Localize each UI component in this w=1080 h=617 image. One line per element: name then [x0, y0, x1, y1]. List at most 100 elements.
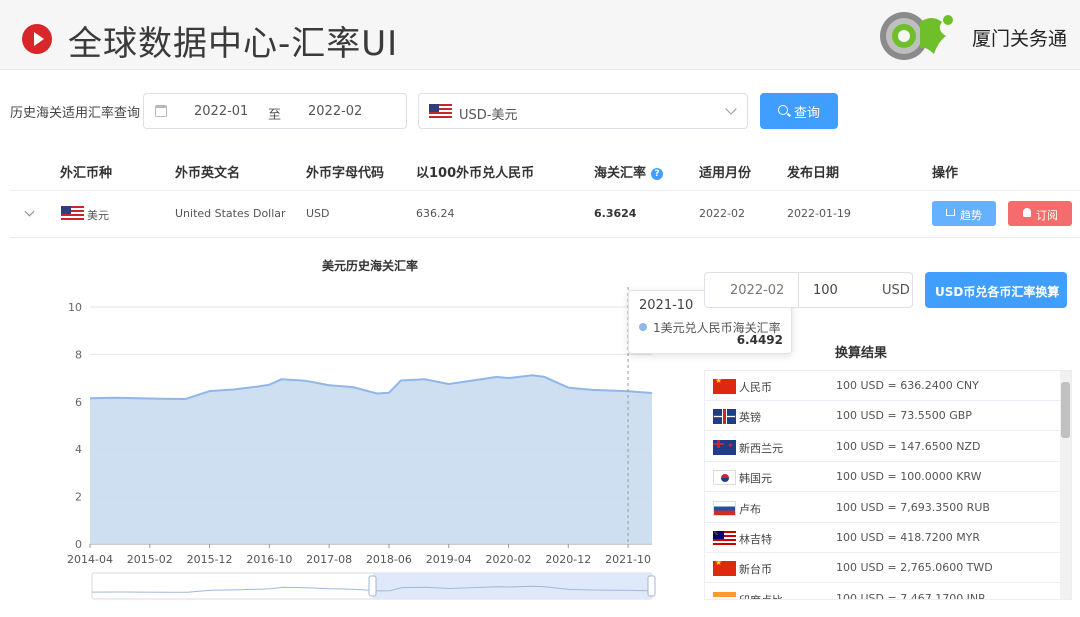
- x-tick-label: 2020-12: [545, 553, 591, 566]
- result-currency-name: 英镑: [739, 411, 761, 425]
- header-rate-label: 海关汇率: [594, 166, 647, 181]
- help-icon[interactable]: ?: [651, 168, 664, 180]
- result-currency-name: 韩国元: [739, 472, 772, 486]
- x-tick-label: 2014-04: [67, 553, 113, 566]
- date-separator: 至: [268, 108, 282, 123]
- converter-divider: [798, 273, 799, 307]
- tooltip-value: 6.4492: [736, 333, 783, 347]
- result-value: 100 USD = 73.5500 GBP: [836, 409, 972, 423]
- play-icon[interactable]: [22, 24, 52, 54]
- cell-rate: 6.3624: [594, 207, 637, 220]
- cn-flag-icon: [713, 561, 736, 577]
- result-value: 100 USD = 100.0000 KRW: [836, 470, 982, 484]
- y-tick-label: 2: [75, 491, 82, 504]
- date-end-input[interactable]: 2022-02: [308, 104, 362, 119]
- nz-flag-icon: [713, 439, 736, 455]
- search-icon: [778, 105, 788, 115]
- scrollbar-thumb[interactable]: [1061, 382, 1070, 438]
- trend-button[interactable]: 趋势: [932, 201, 996, 226]
- result-value: 100 USD = 147.6500 NZD: [836, 439, 981, 453]
- cell-publish-date: 2022-01-19: [787, 207, 851, 220]
- convert-button[interactable]: USD币兑各币汇率换算: [925, 272, 1067, 308]
- result-row: 林吉特 100 USD = 418.7200 MYR: [705, 523, 1061, 553]
- header-per100: 以100外币兑人民币: [416, 166, 535, 181]
- x-tick-label: 2019-04: [426, 553, 472, 566]
- header-actions: 操作: [932, 166, 959, 181]
- brand-name: 厦门关务通: [972, 28, 1068, 50]
- result-currency-name: 新台币: [739, 563, 772, 577]
- cell-per100: 636.24: [416, 207, 455, 220]
- query-button-label: 查询: [794, 106, 821, 121]
- result-currency-name: 印度卢比: [739, 592, 783, 599]
- result-value: 100 USD = 636.2400 CNY: [836, 379, 979, 392]
- rate-history-chart[interactable]: 美元历史海关汇率 0 2 4 6 8 10 2014-04 2015-02 2015-12 2016…: [0, 240, 700, 602]
- header-publish-date: 发布日期: [787, 166, 840, 181]
- result-list[interactable]: 人民币 100 USD = 636.2400 CNY 英镑 100 USD = 73.…: [704, 370, 1072, 600]
- result-value: 100 USD = 2,765.0600 TWD: [836, 561, 993, 575]
- converter-amount-input[interactable]: 100: [813, 283, 838, 298]
- converter-date-input[interactable]: 2022-02: [730, 283, 784, 298]
- y-tick-label: 10: [68, 301, 82, 314]
- chart-title: 美元历史海关汇率: [322, 258, 418, 273]
- x-tick-label: 2015-02: [127, 553, 173, 566]
- converter-unit: USD: [882, 283, 910, 298]
- x-tick-label: 2021-10: [605, 553, 651, 566]
- cell-english-name: United States Dollar: [175, 207, 286, 220]
- currency-select[interactable]: USD-美元: [418, 93, 748, 129]
- zoom-handle-right: [647, 575, 656, 597]
- result-row: 英镑 100 USD = 73.5500 GBP: [705, 401, 1061, 432]
- gb-flag-icon: [713, 409, 736, 425]
- result-title: 换算结果: [835, 346, 888, 361]
- date-range-picker[interactable]: 2022-01 至 2022-02: [143, 93, 407, 129]
- cn-flag-icon: [713, 379, 736, 394]
- date-start-input[interactable]: 2022-01: [194, 104, 248, 119]
- trend-button-label: 趋势: [960, 209, 982, 222]
- zoom-slider-selection: [373, 573, 652, 599]
- result-row: 印度卢比 100 USD = 7,467.1700 INR: [705, 584, 1061, 599]
- query-button[interactable]: 查询: [760, 93, 838, 129]
- page-title: 全球数据中心-汇率UI: [68, 24, 399, 64]
- x-tick-label: 2016-10: [246, 553, 292, 566]
- query-label: 历史海关适用汇率查询: [10, 106, 141, 121]
- header-month: 适用月份: [699, 166, 752, 181]
- x-tick-label: 2020-02: [486, 553, 532, 566]
- table-divider: [10, 237, 1080, 238]
- ru-flag-icon: [713, 500, 736, 516]
- subscribe-button-label: 订阅: [1036, 209, 1058, 222]
- series-area: [90, 375, 652, 544]
- in-flag-icon: [713, 591, 736, 599]
- x-tick-label: 2017-08: [306, 553, 352, 566]
- kr-flag-icon: [713, 470, 736, 486]
- zoom-handle-left: [368, 575, 377, 597]
- result-row: 卢布 100 USD = 7,693.3500 RUB: [705, 493, 1061, 523]
- tooltip-series-dot: [639, 323, 647, 331]
- result-currency-name: 卢布: [739, 502, 761, 516]
- result-currency-name: 人民币: [739, 381, 772, 394]
- header: 全球数据中心-汇率UI 厦门关务通: [0, 0, 1080, 70]
- cell-code: USD: [306, 207, 330, 220]
- header-english-name: 外币英文名: [175, 166, 241, 181]
- x-tick-label: 2018-06: [366, 553, 412, 566]
- result-row: 人民币 100 USD = 636.2400 CNY: [705, 371, 1061, 401]
- us-flag-icon: [61, 206, 84, 221]
- brand-logo-icon: [880, 12, 953, 60]
- header-rate: 海关汇率?: [594, 162, 664, 181]
- header-currency: 外汇币种: [60, 166, 113, 181]
- cell-currency: 美元: [87, 209, 109, 222]
- x-tick-label: 2015-12: [187, 553, 233, 566]
- chart-icon: [946, 209, 955, 216]
- y-tick-label: 6: [75, 396, 82, 409]
- result-row: 韩国元 100 USD = 100.0000 KRW: [705, 462, 1061, 493]
- header-code: 外币字母代码: [306, 166, 385, 181]
- y-tick-label: 0: [75, 538, 82, 551]
- us-flag-icon: [429, 104, 452, 119]
- result-currency-name: 新西兰元: [739, 441, 783, 455]
- table-divider: [10, 190, 1080, 191]
- convert-button-label: USD币兑各币汇率换算: [935, 285, 1060, 299]
- currency-select-value: USD-美元: [459, 108, 518, 123]
- expand-chevron-icon[interactable]: [24, 206, 35, 217]
- y-tick-label: 8: [75, 348, 82, 361]
- calendar-icon: [155, 105, 167, 117]
- result-row: 新西兰元 100 USD = 147.6500 NZD: [705, 432, 1061, 462]
- subscribe-button[interactable]: 订阅: [1008, 201, 1072, 226]
